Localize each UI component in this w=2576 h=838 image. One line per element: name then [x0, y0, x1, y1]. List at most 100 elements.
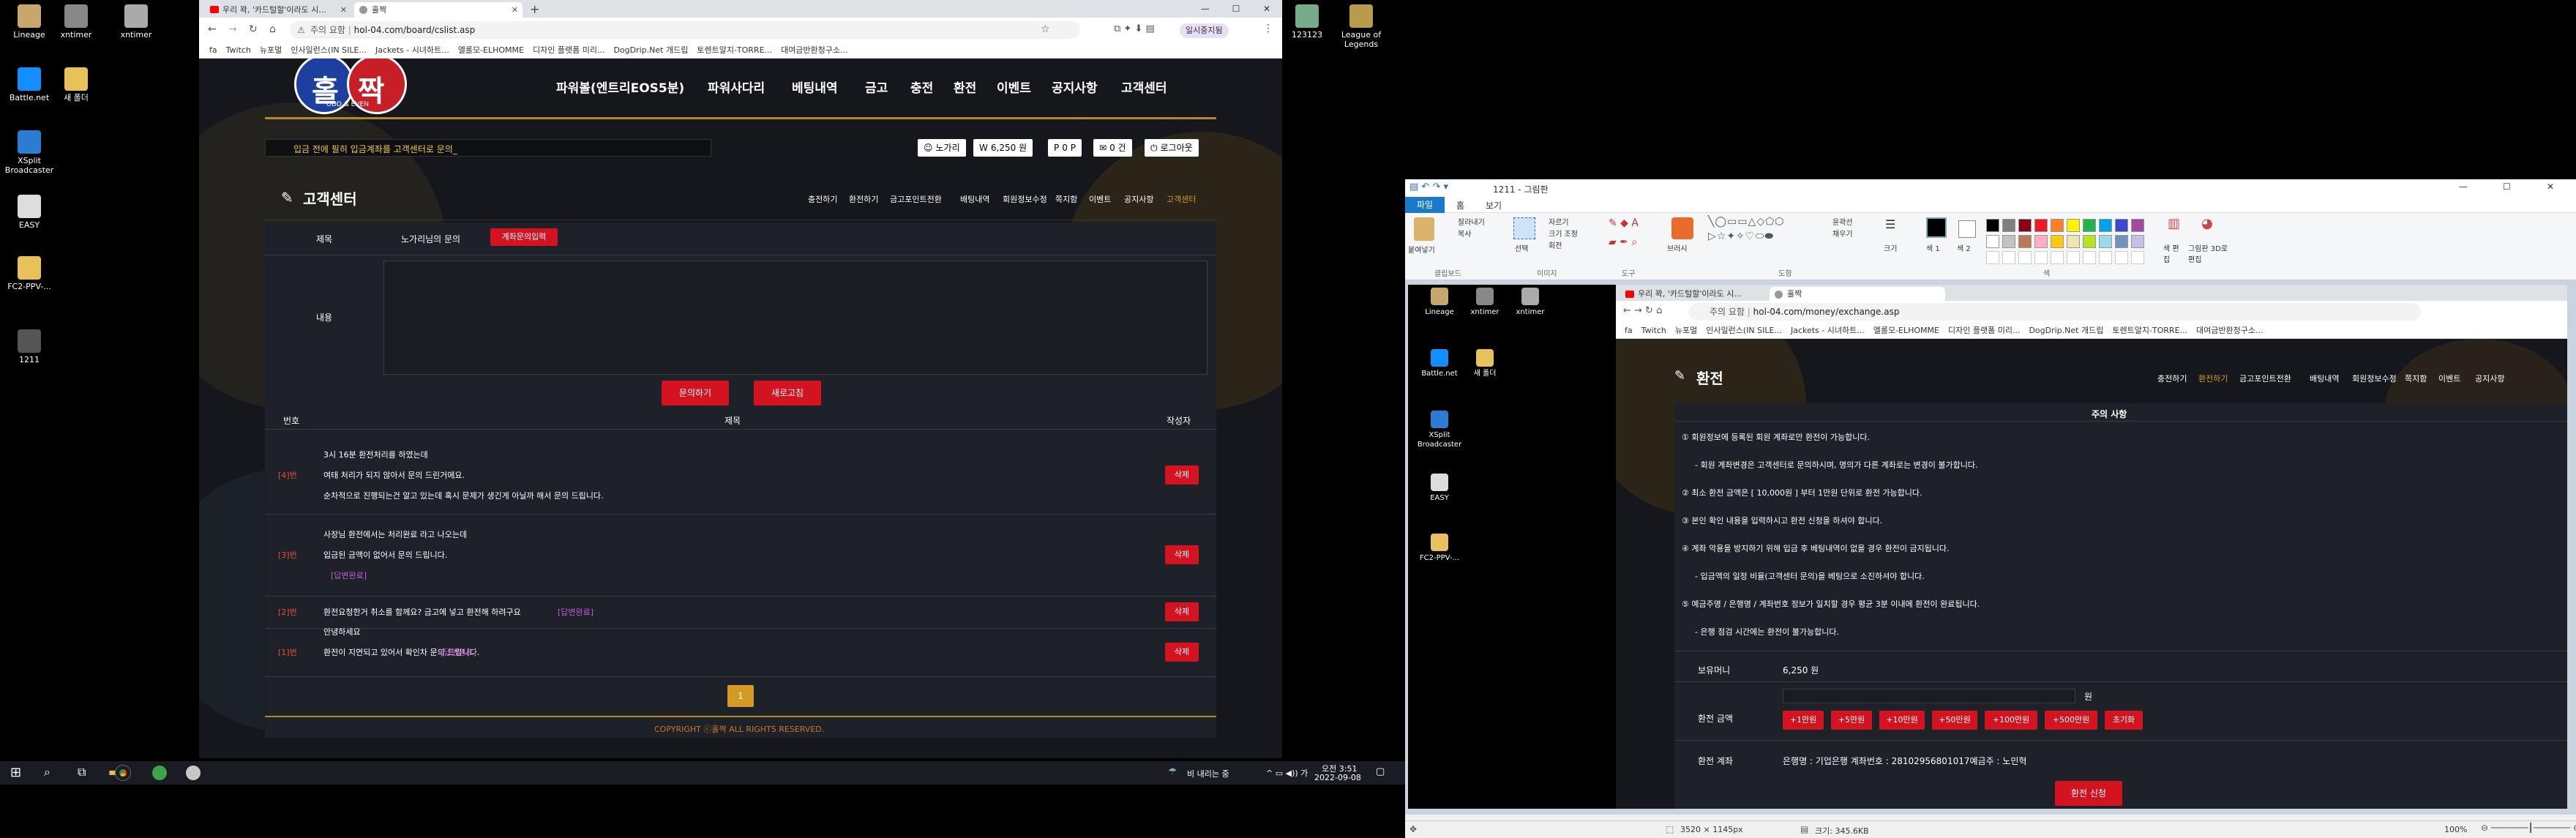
nav-item[interactable]: 이벤트	[997, 78, 1031, 96]
palette-color[interactable]	[2115, 251, 2128, 264]
chrome-icon[interactable]	[115, 765, 131, 781]
user-name[interactable]: ☺ 노가리	[918, 139, 966, 157]
palette-color[interactable]	[2018, 219, 2032, 232]
amount-button[interactable]: +10만원	[1879, 711, 1925, 730]
subnav-item[interactable]: 충전하기	[2157, 373, 2187, 384]
shapes-icon[interactable]: ▷☆✦✧♡⬭⬬	[1708, 231, 1774, 242]
nav-item[interactable]: 금고	[865, 78, 888, 96]
zoom-slider[interactable]: ⊖ ───────┃─────── ⊕	[2481, 823, 2576, 833]
bookmark-item[interactable]: Twitch	[226, 45, 251, 55]
palette-color[interactable]	[1986, 251, 1999, 264]
palette-color[interactable]	[2051, 219, 2064, 232]
desktop-icon[interactable]: 새 폴더	[1459, 349, 1510, 378]
table-row[interactable]: [4]번 3시 16분 환전처리를 하였는데 여태 처리가 되지 않아서 문의 드린…	[265, 436, 1216, 514]
profile-pill[interactable]: 일시중지됨	[1180, 23, 1229, 38]
amount-button[interactable]: 초기화	[2105, 711, 2143, 730]
palette-color[interactable]	[2018, 251, 2032, 264]
nav-item[interactable]: 파워볼(엔트리EOS5분)	[556, 78, 684, 96]
bookmark-item[interactable]: 뉴포멀	[1675, 326, 1697, 335]
palette-color[interactable]	[2115, 219, 2128, 232]
new-tab-button[interactable]: +	[530, 2, 539, 16]
notification-icon[interactable]: ▢	[1376, 766, 1385, 777]
points[interactable]: P0 P	[1048, 139, 1082, 157]
desktop-icon[interactable]: Lineage	[1414, 288, 1465, 317]
bookmark-item[interactable]: fa	[1625, 326, 1633, 335]
subnav-item[interactable]: 쪽지함	[1055, 193, 1077, 205]
palette-color[interactable]	[2067, 219, 2080, 232]
content-textarea[interactable]	[383, 261, 1208, 375]
desktop-icon[interactable]: EASY	[1414, 474, 1465, 503]
bookmark-item[interactable]: 엘롤모-ELHOMME	[1873, 326, 1939, 335]
delete-button[interactable]: 삭제	[1165, 602, 1199, 621]
palette-color[interactable]	[2051, 235, 2064, 248]
maximize-icon[interactable]: ☐	[2503, 182, 2511, 192]
amount-button[interactable]: +1만원	[1783, 711, 1824, 730]
bookmark-item[interactable]: 토렌트알지-TORRE...	[2112, 326, 2187, 335]
subnav-item[interactable]: 고객센터	[1167, 193, 1196, 205]
nav-item[interactable]: 공지사항	[1052, 78, 1098, 96]
subnav-item[interactable]: 금고포인트전환	[890, 193, 942, 205]
desktop-icon[interactable]: FC2-PPV-...	[0, 256, 64, 291]
subnav-item[interactable]: 배팅내역	[2310, 373, 2339, 384]
desktop-icon[interactable]: xntimer	[1459, 288, 1510, 317]
subnav-item[interactable]: 회원정보수정	[1003, 193, 1047, 205]
desktop-icon[interactable]: 새 폴더	[41, 67, 111, 102]
balance[interactable]: W 6,250 원	[973, 139, 1033, 157]
close-icon[interactable]: ✕	[2547, 182, 2554, 192]
menu-icon[interactable]: ⋮	[1263, 23, 1273, 34]
bookmark-item[interactable]: 디자인 플랫폼 미리...	[1948, 326, 2020, 335]
back-icon[interactable]: ← → ↻ ⌂	[1623, 305, 1662, 316]
delete-button[interactable]: 삭제	[1165, 545, 1199, 564]
bookmark-item[interactable]: 대여금반환청구소...	[2196, 326, 2263, 335]
color2-swatch[interactable]	[1958, 220, 1976, 238]
bookmark-item[interactable]: Twitch	[1641, 326, 1666, 335]
nav-item[interactable]: 환전	[954, 78, 976, 96]
amount-button[interactable]: +50만원	[1932, 711, 1977, 730]
close-icon[interactable]: ✕	[340, 2, 347, 18]
palette-color[interactable]	[1986, 219, 1999, 232]
message-count[interactable]: ✉ 0 건	[1093, 139, 1132, 157]
forward-icon[interactable]: →	[228, 23, 237, 35]
bookmark-item[interactable]: 뉴포멀	[260, 45, 282, 55]
tab-holjjak[interactable]: 홀짝 ✕	[354, 2, 523, 18]
eraser-icon[interactable]: ▰ ✒ ⌕	[1609, 236, 1637, 248]
table-row[interactable]: [3]번 사장님 환전에서는 처리완료 라고 나오는데 입금된 금액이 없어서 문의…	[265, 514, 1216, 596]
nav-item[interactable]: 고객센터	[1121, 78, 1167, 96]
maximize-icon[interactable]: ☐	[1221, 0, 1251, 18]
desktop-icon[interactable]: FC2-PPV-...	[1414, 534, 1465, 563]
palette-color[interactable]	[2002, 251, 2015, 264]
close-icon[interactable]: ✕	[512, 2, 518, 18]
palette-color[interactable]	[2131, 251, 2144, 264]
palette-color[interactable]	[2099, 219, 2112, 232]
palette-color[interactable]	[2131, 235, 2144, 248]
subnav-item[interactable]: 배팅내역	[960, 193, 989, 205]
apply-exchange-button[interactable]: 환전 신청	[2055, 781, 2122, 806]
palette-color[interactable]	[2034, 219, 2048, 232]
palette-color[interactable]	[2067, 251, 2080, 264]
palette-color[interactable]	[2002, 219, 2015, 232]
inner-url-field[interactable]: 주의 요함 | hol-04.com/money/exchange.asp	[1689, 303, 2421, 321]
bookmark-item[interactable]: 토렌트알지-TORRE...	[697, 45, 772, 55]
nav-item[interactable]: 충전	[910, 78, 933, 96]
bookmark-item[interactable]: Jackets - 시녀하트...	[375, 45, 449, 55]
palette-color[interactable]	[2051, 251, 2064, 264]
menu-file[interactable]: 파일	[1405, 197, 1445, 213]
shapes-icon[interactable]: ╲◯▭▭△◇⬠⬡	[1708, 216, 1784, 228]
home-icon[interactable]: ⌂	[269, 23, 276, 35]
search-icon[interactable]: ⌕	[44, 765, 50, 779]
desktop-icon[interactable]: EASY	[0, 195, 64, 230]
extension-icon[interactable]: ⧉ ✦ ⬇ ▤	[1114, 23, 1155, 34]
edit-colors-icon[interactable]: ▥	[2168, 216, 2180, 231]
amount-button[interactable]: +100만원	[1985, 711, 2037, 730]
star-icon[interactable]: ☆	[1041, 23, 1050, 35]
desktop-icon[interactable]: XSplit Broadcaster	[1414, 411, 1465, 449]
table-row[interactable]: [2]번 환전요청한거 취소를 함께요? 금고에 넣고 환전해 하려구요 [답변완료…	[265, 596, 1216, 628]
bookmark-item[interactable]: 인사일런스(IN SILE...	[291, 45, 367, 55]
desktop-icon[interactable]: xntimer	[1505, 288, 1556, 317]
subnav-item[interactable]: 공지사항	[1124, 193, 1153, 205]
clipboard-icon[interactable]	[1414, 217, 1434, 241]
subnav-item[interactable]: 충전하기	[808, 193, 837, 205]
palette-color[interactable]	[2034, 235, 2048, 248]
brush-icon[interactable]	[1671, 217, 1693, 239]
bookmark-item[interactable]: DogDrip.Net 개드립	[2029, 326, 2103, 335]
